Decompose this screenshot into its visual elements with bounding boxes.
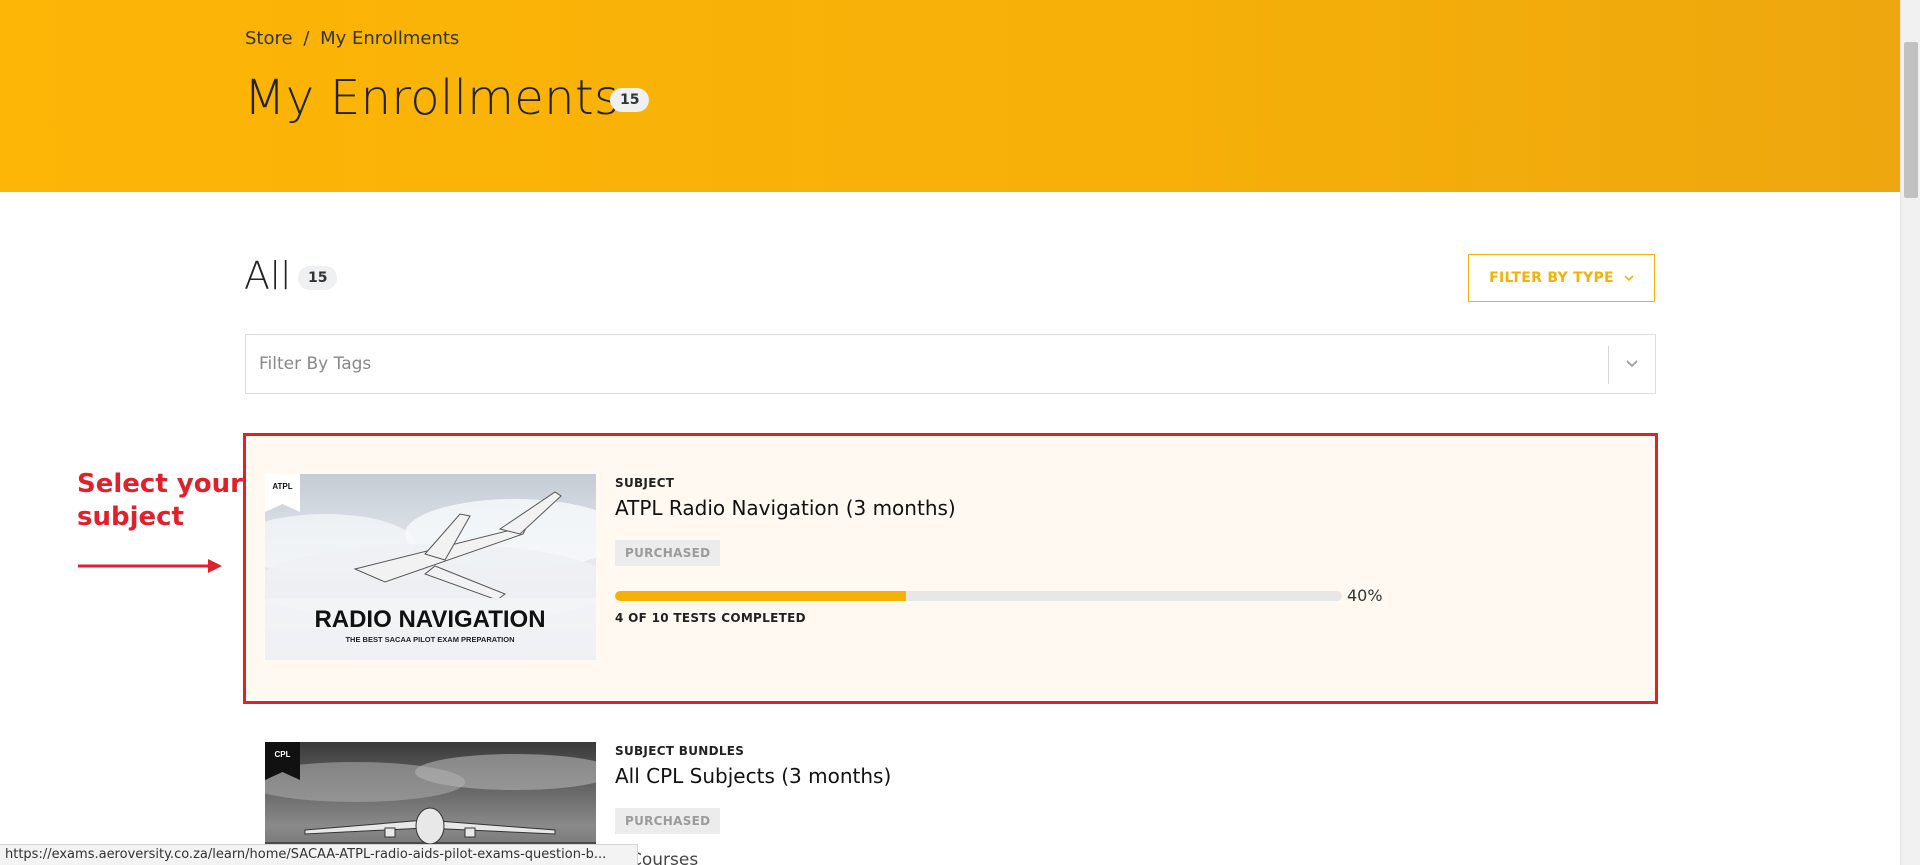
scrollbar-thumb[interactable] bbox=[1904, 42, 1918, 198]
page-title: My Enrollments bbox=[244, 70, 620, 126]
cpl-flag-icon: CPL bbox=[265, 742, 300, 780]
filter-by-tags-select[interactable]: Filter By Tags bbox=[245, 334, 1656, 394]
page: Store / My Enrollments My Enrollments 15… bbox=[0, 0, 1920, 865]
annotation-text: Select your subject bbox=[77, 469, 243, 532]
breadcrumb: Store / My Enrollments bbox=[245, 28, 459, 49]
page-scrollbar[interactable] bbox=[1900, 0, 1920, 865]
enrollment-count-badge: 15 bbox=[610, 88, 650, 112]
chevron-down-icon[interactable] bbox=[1623, 354, 1641, 372]
filter-by-type-label: FILTER BY TYPE bbox=[1489, 270, 1614, 286]
card-kind-label: SUBJECT BUNDLES bbox=[615, 744, 745, 758]
page-header: Store / My Enrollments My Enrollments 15 bbox=[0, 0, 1900, 192]
breadcrumb-current: My Enrollments bbox=[320, 28, 460, 49]
filter-by-type-button[interactable]: FILTER BY TYPE bbox=[1468, 254, 1655, 302]
browser-status-url: https://exams.aeroversity.co.za/learn/ho… bbox=[0, 844, 638, 865]
chevron-down-icon bbox=[1624, 271, 1634, 285]
breadcrumb-store-link[interactable]: Store bbox=[245, 28, 293, 49]
breadcrumb-separator: / bbox=[303, 28, 310, 49]
section-title: All bbox=[244, 254, 292, 298]
purchased-badge: PURCHASED bbox=[615, 808, 721, 834]
section-count-badge: 15 bbox=[298, 266, 338, 290]
svg-text:CPL: CPL bbox=[275, 750, 291, 759]
card-title-link[interactable]: All CPL Subjects (3 months) bbox=[615, 764, 891, 788]
card-courses-label: Courses bbox=[630, 850, 699, 865]
annotation-highlight-box bbox=[243, 433, 1658, 704]
annotation-arrow-icon bbox=[78, 559, 222, 573]
filter-by-tags-placeholder: Filter By Tags bbox=[259, 354, 372, 374]
select-divider bbox=[1608, 346, 1609, 384]
